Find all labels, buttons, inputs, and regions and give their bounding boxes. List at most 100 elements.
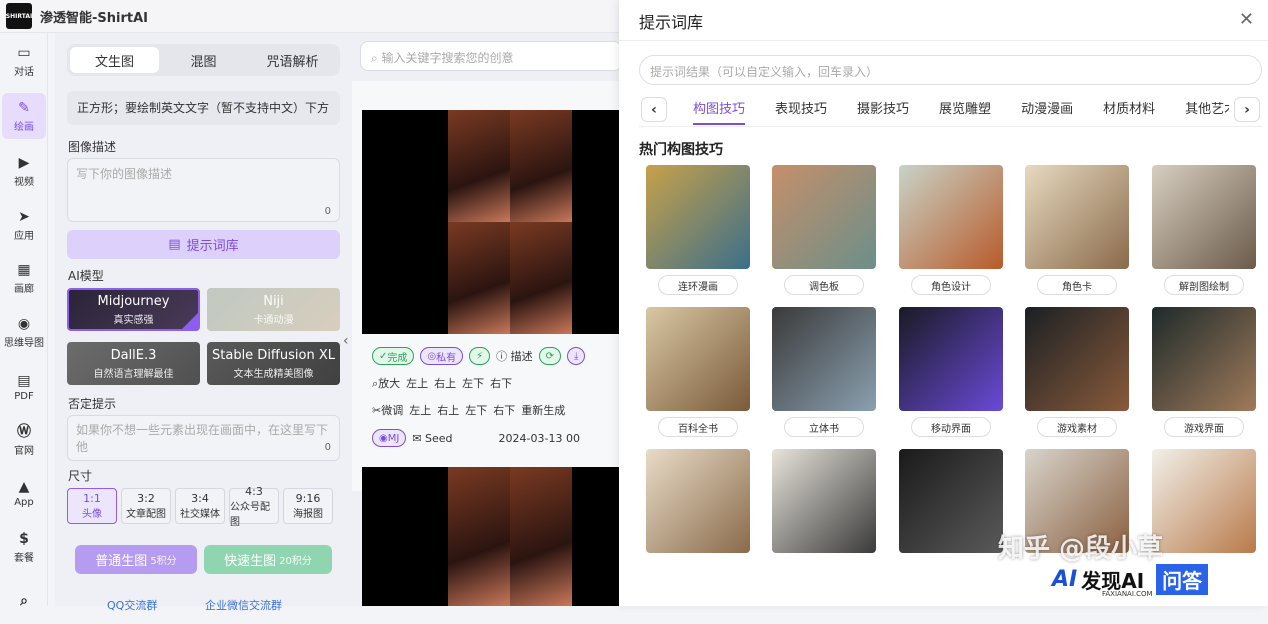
prompt-thumbnail-label[interactable]: 角色卡 <box>1037 275 1117 295</box>
prompt-thumbnail-label[interactable]: 连环漫画 <box>658 275 738 295</box>
prompt-thumbnail[interactable] <box>1152 307 1256 411</box>
tab-prompt-analysis[interactable]: 咒语解析 <box>248 47 337 73</box>
fast-generate-button[interactable]: 快速生图 20积分 <box>204 545 332 574</box>
prompt-thumbnail-label[interactable]: 角色设计 <box>911 275 991 295</box>
size-1-1[interactable]: 1:1 头像 <box>67 488 117 524</box>
prompt-thumbnail[interactable] <box>772 165 876 269</box>
model-name: Midjourney <box>97 293 170 309</box>
divider <box>639 126 1262 127</box>
tab-text-to-image[interactable]: 文生图 <box>70 47 159 73</box>
eye-off-icon: ◎ <box>427 350 437 362</box>
prompt-thumbnail[interactable] <box>899 307 1003 411</box>
mode-tabs: 文生图 混图 咒语解析 <box>67 44 340 76</box>
negative-input[interactable]: 如果你不想一些元素出现在画面中，在这里写下他 0 <box>67 415 340 461</box>
wand-icon: ✂ <box>372 404 382 417</box>
vary-bottom-left[interactable]: 左下 <box>465 402 487 418</box>
upscale-bottom-right[interactable]: 右下 <box>490 375 512 391</box>
prompt-thumbnail[interactable] <box>646 449 750 553</box>
upscale-bottom-left[interactable]: 左下 <box>462 375 484 391</box>
qq-group-link[interactable]: QQ交流群 <box>107 597 157 613</box>
size-9-16[interactable]: 9:16 海报图 <box>283 488 333 524</box>
nav-item-3[interactable]: ➤ 应用 <box>2 202 46 248</box>
prompt-thumbnail[interactable] <box>1025 165 1129 269</box>
normal-generate-button[interactable]: 普通生图 5积分 <box>75 545 197 574</box>
private-badge[interactable]: ◎ 私有 <box>420 347 464 365</box>
prompt-thumbnail-label[interactable]: 游戏素材 <box>1037 417 1117 437</box>
category-tab[interactable]: 动漫漫画 <box>1021 95 1073 125</box>
prompt-thumbnail[interactable] <box>1152 165 1256 269</box>
result-image[interactable] <box>448 110 510 222</box>
size-4-3[interactable]: 4:3 公众号配图 <box>229 485 279 528</box>
refresh-icon[interactable]: ⟳ <box>538 347 562 365</box>
prompt-thumbnail-label[interactable]: 立体书 <box>784 417 864 437</box>
nav-label: 绘画 <box>14 121 34 133</box>
size-3-2[interactable]: 3:2 文章配图 <box>121 488 171 524</box>
prompt-thumbnail-label[interactable]: 解剖图绘制 <box>1164 275 1244 295</box>
image-desc-input[interactable]: 写下你的图像描述 0 <box>67 158 340 222</box>
chevron-left-icon[interactable]: ‹ <box>343 333 349 349</box>
regenerate-button[interactable]: 重新生成 <box>521 402 565 418</box>
vary-top-left[interactable]: 左上 <box>409 402 431 418</box>
download-icon[interactable]: ⤓ <box>567 347 586 365</box>
prompt-preview[interactable]: 正方形；要绘制英文文字（暂不支持中文）下方 <box>67 91 340 125</box>
nav-item-6[interactable]: ▤ PDF <box>2 364 46 410</box>
prompt-thumbnail[interactable] <box>899 165 1003 269</box>
nav-item-2[interactable]: ▶ 视频 <box>2 148 46 194</box>
check-icon: ✓ <box>379 350 388 362</box>
zoom-text: 放大 <box>378 377 401 390</box>
result-image-grid[interactable] <box>362 110 620 334</box>
describe-button[interactable]: ⓘ 描述 <box>496 348 533 364</box>
nav-item-10[interactable]: ⌕ <box>2 578 46 624</box>
prompt-thumbnail[interactable] <box>899 449 1003 553</box>
prompt-thumbnail[interactable] <box>772 449 876 553</box>
prompt-thumbnail[interactable] <box>772 307 876 411</box>
nav-item-0[interactable]: ▭ 对话 <box>2 38 46 84</box>
category-tab[interactable]: 材质材料 <box>1103 95 1155 125</box>
chevron-left-icon[interactable]: ‹ <box>641 97 667 122</box>
category-tab[interactable]: 其他艺术 <box>1185 95 1229 125</box>
search-input[interactable]: ⌕ 输入关键字搜索您的创意 <box>360 41 622 71</box>
upscale-top-left[interactable]: 左上 <box>406 375 428 391</box>
result-image[interactable] <box>510 110 572 222</box>
nav-item-7[interactable]: Ⓦ 官网 <box>2 417 46 463</box>
prompt-result-input[interactable]: 提示词结果（可以自定义输入，回车录入） <box>639 55 1262 85</box>
vary-bottom-right[interactable]: 右下 <box>493 402 515 418</box>
prompt-thumbnail[interactable] <box>1152 449 1256 553</box>
prompt-library-button[interactable]: ▤ 提示词库 <box>67 230 340 259</box>
prompt-thumbnail[interactable] <box>646 307 750 411</box>
vary-top-right[interactable]: 右上 <box>437 402 459 418</box>
result-image[interactable] <box>510 467 572 606</box>
tab-blend[interactable]: 混图 <box>159 47 248 73</box>
seed-button[interactable]: ✉ Seed <box>412 432 452 445</box>
prompt-thumbnail-label[interactable]: 调色板 <box>784 275 864 295</box>
category-tab[interactable]: 摄影技巧 <box>857 95 909 125</box>
result-image[interactable] <box>448 222 510 334</box>
describe-label: 描述 <box>510 350 533 363</box>
category-tab[interactable]: 展览雕塑 <box>939 95 991 125</box>
result-image[interactable] <box>510 222 572 334</box>
nav-item-8[interactable]: ▲ App <box>2 470 46 516</box>
nav-item-5[interactable]: ◉ 思维导图 <box>2 309 46 355</box>
result-image[interactable] <box>448 467 510 606</box>
prompt-thumbnail-label[interactable]: 移动界面 <box>911 417 991 437</box>
close-icon[interactable]: ✕ <box>1239 9 1254 30</box>
nav-item-9[interactable]: $ 套餐 <box>2 524 46 570</box>
prompt-thumbnail-label[interactable]: 百科全书 <box>658 417 738 437</box>
prompt-thumbnail[interactable] <box>646 165 750 269</box>
model-midjourney[interactable]: Midjourney 真实感强 <box>67 288 200 331</box>
category-tab[interactable]: 表现技巧 <box>775 95 827 125</box>
prompt-thumbnail[interactable] <box>1025 307 1129 411</box>
model-sdxl[interactable]: Stable Diffusion XL 文本生成精美图像 <box>207 342 340 385</box>
upscale-top-right[interactable]: 右上 <box>434 375 456 391</box>
prompt-thumbnail-label[interactable]: 游戏界面 <box>1164 417 1244 437</box>
nav-item-1[interactable]: ✎ 绘画 <box>2 93 46 139</box>
size-3-4[interactable]: 3:4 社交媒体 <box>175 488 225 524</box>
result-image-grid-2[interactable] <box>362 467 620 606</box>
chevron-right-icon[interactable]: › <box>1234 97 1260 122</box>
model-dalle3[interactable]: DallE.3 自然语言理解最佳 <box>67 342 200 385</box>
model-niji[interactable]: Niji 卡通动漫 <box>207 288 340 331</box>
nav-item-4[interactable]: ▦ 画廊 <box>2 255 46 301</box>
category-tab[interactable]: 构图技巧 <box>693 95 746 125</box>
wechat-group-link[interactable]: 企业微信交流群 <box>205 597 282 613</box>
lightning-icon[interactable]: ⚡ <box>469 347 491 365</box>
